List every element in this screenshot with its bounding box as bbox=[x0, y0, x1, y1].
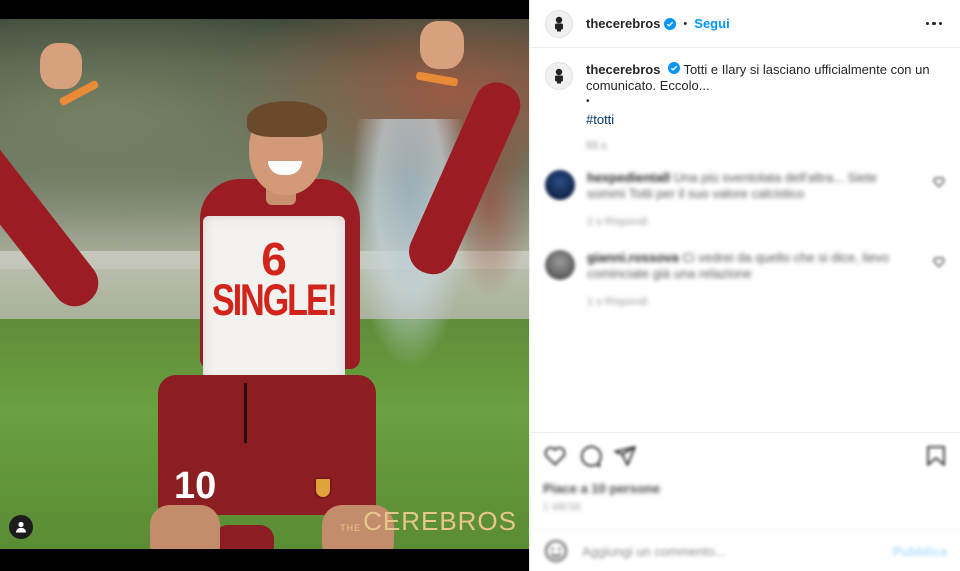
caption-dot: • bbox=[586, 96, 590, 107]
bookmark-icon[interactable] bbox=[924, 444, 948, 468]
likes-count[interactable]: Piace a 10 persone bbox=[543, 481, 948, 496]
author-username[interactable]: thecerebros bbox=[586, 16, 660, 31]
verified-icon bbox=[668, 62, 681, 74]
post-media-panel: 6 SINGLE! 10 THE CEREBROS bbox=[0, 0, 529, 571]
cerebros-watermark: THE CEREBROS bbox=[340, 506, 517, 537]
post-header: thecerebros • Segui bbox=[530, 0, 960, 48]
author-logo-icon bbox=[555, 68, 563, 84]
left-arm bbox=[0, 121, 108, 316]
sock bbox=[214, 525, 274, 549]
watermark-the: THE bbox=[340, 523, 362, 533]
left-leg bbox=[150, 505, 220, 549]
comment-avatar[interactable] bbox=[545, 170, 575, 200]
author-avatar[interactable] bbox=[545, 9, 573, 38]
caption-time: 55 s bbox=[586, 140, 607, 152]
comment-body: hexpedientall Una più sventolata dell'al… bbox=[587, 170, 907, 230]
heart-icon[interactable] bbox=[933, 256, 945, 268]
comment-item: hexpedientall Una più sventolata dell'al… bbox=[545, 170, 947, 230]
publish-button[interactable]: Pubblica bbox=[893, 544, 947, 559]
profile-icon bbox=[16, 521, 26, 533]
comment-meta[interactable]: 2 s Rispondi bbox=[587, 214, 907, 230]
action-icons-row bbox=[543, 441, 948, 471]
left-fist bbox=[40, 43, 82, 89]
undershirt: 6 SINGLE! bbox=[203, 216, 345, 380]
header-separator: • bbox=[683, 17, 688, 30]
tagged-profile-icon[interactable] bbox=[9, 515, 33, 539]
caption-author-avatar[interactable] bbox=[545, 62, 573, 90]
comment-username[interactable]: hexpedientall bbox=[587, 170, 670, 185]
club-crest bbox=[314, 477, 332, 499]
heart-icon[interactable] bbox=[543, 444, 567, 468]
follow-button[interactable]: Segui bbox=[694, 16, 729, 31]
hair bbox=[247, 101, 327, 137]
comment-meta[interactable]: 1 s Rispondi bbox=[587, 294, 907, 310]
comment-avatar[interactable] bbox=[545, 250, 575, 280]
more-options-icon[interactable] bbox=[922, 18, 947, 30]
caption-username[interactable]: thecerebros bbox=[586, 62, 660, 77]
comment-username[interactable]: gianni.rossova bbox=[587, 250, 679, 265]
shorts-cord bbox=[244, 383, 247, 443]
right-fist bbox=[420, 21, 464, 69]
post-actions: Piace a 10 persone 1 MESE bbox=[530, 432, 960, 513]
celebrating-player: 6 SINGLE! 10 bbox=[0, 19, 529, 549]
post-side-panel: thecerebros • Segui thecerebros Totti e … bbox=[529, 0, 960, 571]
author-logo-icon bbox=[555, 16, 563, 31]
comment-item: gianni.rossova Ci vedrei da quello che s… bbox=[545, 250, 947, 310]
add-comment-bar: Aggiungi un commento... Pubblica bbox=[530, 530, 960, 571]
watermark-brand: CEREBROS bbox=[363, 506, 517, 536]
post-date: 1 MESE bbox=[543, 502, 583, 513]
share-icon[interactable] bbox=[613, 444, 637, 468]
post-caption: thecerebros Totti e Ilary si lasciano uf… bbox=[530, 48, 960, 154]
heart-icon[interactable] bbox=[933, 176, 945, 188]
instagram-post-viewer: 6 SINGLE! 10 THE CEREBROS thecerebros • … bbox=[0, 0, 960, 571]
post-photo[interactable]: 6 SINGLE! 10 THE CEREBROS bbox=[0, 19, 529, 549]
hashtag-link[interactable]: #totti bbox=[586, 112, 936, 128]
comment-input[interactable]: Aggiungi un commento... bbox=[582, 544, 893, 559]
caption-body: thecerebros Totti e Ilary si lasciano uf… bbox=[586, 62, 936, 154]
emoji-icon[interactable] bbox=[544, 539, 568, 563]
shorts-number: 10 bbox=[174, 465, 217, 507]
comment-icon[interactable] bbox=[578, 444, 602, 468]
undershirt-text: SINGLE! bbox=[212, 276, 338, 326]
verified-icon bbox=[664, 17, 677, 30]
right-cuff bbox=[415, 71, 459, 87]
comment-body: gianni.rossova Ci vedrei da quello che s… bbox=[587, 250, 907, 310]
right-arm bbox=[401, 75, 528, 282]
